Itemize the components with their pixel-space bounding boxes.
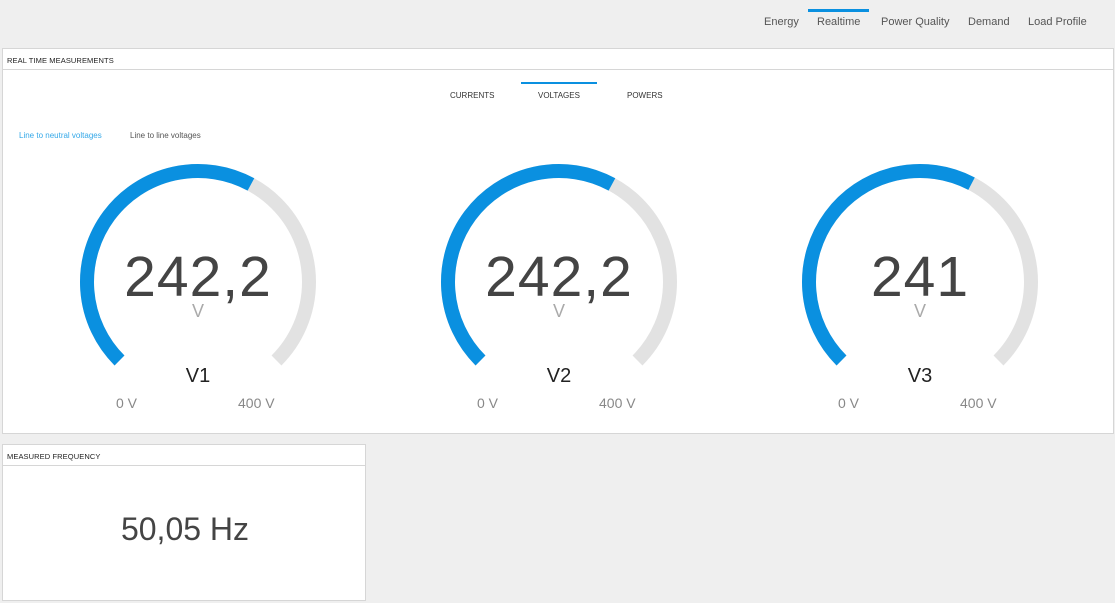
nav-realtime[interactable]: Realtime: [807, 9, 870, 28]
gauge-unit: V: [552, 301, 565, 321]
gauge-min: 0 V: [116, 395, 138, 411]
gauge-label: V1: [185, 365, 211, 387]
nav-demand[interactable]: Demand: [968, 16, 1010, 28]
nav-power-quality[interactable]: Power Quality: [881, 16, 949, 28]
gauge-min: 0 V: [477, 395, 499, 411]
realtime-panel-title: REAL TIME MEASUREMENTS: [3, 49, 1113, 70]
gauge-max: 400 V: [960, 395, 997, 411]
tab-voltages[interactable]: VOLTAGES: [521, 82, 597, 100]
mode-line-to-line[interactable]: Line to line voltages: [130, 131, 201, 140]
gauge-label: V2: [546, 365, 572, 387]
top-navigation: Energy Realtime Power Quality Demand Loa…: [0, 0, 1115, 44]
gauge-unit: V: [913, 301, 926, 321]
mode-line-to-neutral[interactable]: Line to neutral voltages: [19, 131, 102, 140]
gauge-v3: 241 V V3 0 V 400 V: [800, 161, 1040, 421]
gauge-label: V3: [907, 365, 933, 387]
measured-frequency-panel: MEASURED FREQUENCY 50,05 Hz: [2, 444, 366, 601]
gauge-v1: 242,2 V V1 0 V 400 V: [78, 161, 318, 421]
gauge-max: 400 V: [238, 395, 275, 411]
tab-currents[interactable]: CURRENTS: [450, 91, 494, 100]
gauge-v2: 242,2 V V2 0 V 400 V: [439, 161, 679, 421]
nav-energy[interactable]: Energy: [764, 16, 799, 28]
frequency-panel-title: MEASURED FREQUENCY: [3, 445, 365, 466]
gauge-unit: V: [191, 301, 204, 321]
gauge-min: 0 V: [838, 395, 860, 411]
realtime-measurements-panel: REAL TIME MEASUREMENTS CURRENTS VOLTAGES…: [2, 48, 1114, 434]
frequency-value: 50,05 Hz: [120, 511, 250, 547]
tab-powers[interactable]: POWERS: [627, 91, 663, 100]
nav-load-profile[interactable]: Load Profile: [1028, 16, 1087, 28]
gauge-max: 400 V: [599, 395, 636, 411]
